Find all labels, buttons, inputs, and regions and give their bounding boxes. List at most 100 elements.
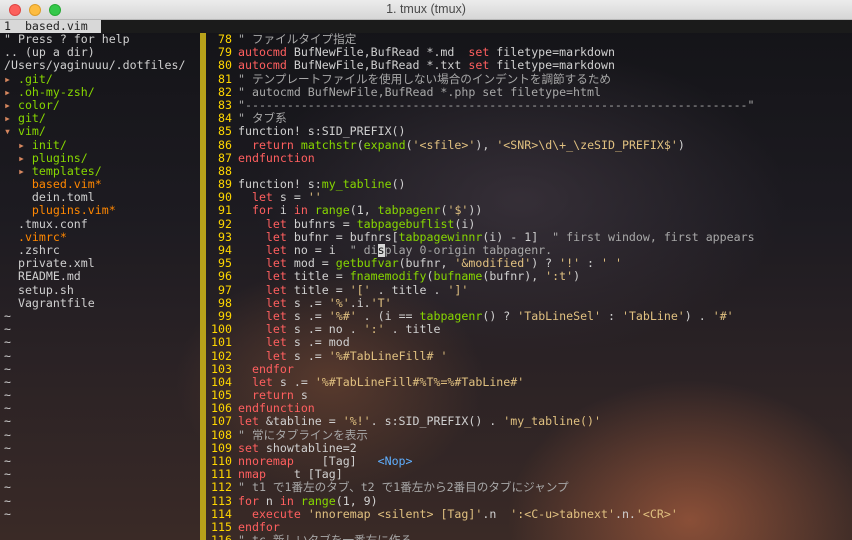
code-line[interactable]: 85 function! s:SID_PREFIX() xyxy=(206,125,852,138)
line-number: 106 xyxy=(211,402,232,416)
tree-item[interactable]: plugins.vim* xyxy=(0,204,200,217)
code-text: let bufnrs = tabpagebuflist(i) xyxy=(265,217,476,231)
code-text: nmap t [Tag] xyxy=(238,468,343,482)
tree-item[interactable]: ▸ git/ xyxy=(0,112,200,125)
code-line[interactable]: 82 " autocmd BufNewFile,BufRead *.php set… xyxy=(206,86,852,99)
tree-item[interactable]: ▾ vim/ xyxy=(0,125,200,138)
nerdtree-panel[interactable]: " Press ? for help .. (up a dir) /Users/… xyxy=(0,33,200,521)
line-number: 97 xyxy=(218,283,232,297)
tree-item[interactable]: ▸ color/ xyxy=(0,99,200,112)
line-number: 80 xyxy=(218,59,232,73)
code-line[interactable]: 110 nnoremap [Tag] <Nop> xyxy=(206,455,852,468)
tree-root-path: /Users/yaginuuu/.dotfiles/ xyxy=(4,59,186,73)
empty-line-tilde: ~ xyxy=(4,455,11,468)
tree-item-label: git/ xyxy=(17,112,46,126)
code-line[interactable]: 90 let s = '' xyxy=(206,191,852,204)
tree-item[interactable]: dein.toml xyxy=(0,191,200,204)
tree-item-label: init/ xyxy=(31,138,67,152)
code-line[interactable]: 99 let s .= '%#' . (i == tabpagenr() ? '… xyxy=(206,310,852,323)
code-line[interactable]: 80 autocmd BufNewFile,BufRead *.txt set f… xyxy=(206,59,852,72)
tree-item[interactable]: ▸ .git/ xyxy=(0,73,200,86)
line-number: 85 xyxy=(218,125,232,139)
tree-item[interactable]: README.md xyxy=(0,270,200,283)
empty-line-tilde: ~ xyxy=(4,323,11,337)
tree-item[interactable]: ▸ init/ xyxy=(0,139,200,152)
code-line[interactable]: 96 let title = fnamemodify(bufname(bufnr… xyxy=(206,270,852,283)
code-line[interactable]: 86 return matchstr(expand('<sfile>'), '<… xyxy=(206,139,852,152)
vim-tabline: 1 based.vim xyxy=(0,20,852,33)
code-line[interactable]: 106 endfunction xyxy=(206,402,852,415)
line-number: 102 xyxy=(211,349,232,363)
code-text: function! s:my_tabline() xyxy=(238,178,406,192)
code-text: endfunction xyxy=(238,402,315,416)
empty-line-tilde: ~ xyxy=(4,415,11,429)
code-line[interactable]: 108 " 常にタブラインを表示 xyxy=(206,429,852,442)
code-line[interactable]: 83 "-------------------------------------… xyxy=(206,99,852,112)
empty-line-tilde: ~ xyxy=(4,375,11,389)
code-line[interactable]: 78 " ファイルタイプ指定 xyxy=(206,33,852,46)
tree-item[interactable]: .vimrc* xyxy=(0,231,200,244)
tree-item[interactable]: setup.sh xyxy=(0,284,200,297)
code-line[interactable]: 105 return s xyxy=(206,389,852,402)
line-number: 100 xyxy=(211,323,232,337)
code-line[interactable]: 89 function! s:my_tabline() xyxy=(206,178,852,191)
up-a-dir-link[interactable]: .. (up a dir) xyxy=(0,46,200,59)
line-number: 89 xyxy=(218,178,232,192)
text-cursor: s xyxy=(377,244,385,257)
code-line[interactable]: 93 let bufnr = bufnrs[tabpagewinnr(i) - … xyxy=(206,231,852,244)
code-line[interactable]: 84 " タブ系 xyxy=(206,112,852,125)
tab-based-vim[interactable]: 1 based.vim xyxy=(0,20,101,33)
code-line[interactable]: 102 let s .= '%#TabLineFill# ' xyxy=(206,350,852,363)
code-line[interactable]: 104 let s .= '%#TabLineFill#%T%=%#TabLin… xyxy=(206,376,852,389)
code-line[interactable]: 107 let &tabline = '%!'. s:SID_PREFIX() .… xyxy=(206,415,852,428)
tree-item[interactable]: ▸ plugins/ xyxy=(0,152,200,165)
code-line[interactable]: 114 execute 'nnoremap <silent> [Tag]'.n … xyxy=(206,508,852,521)
code-line[interactable]: 97 let title = '[' . title . ']' xyxy=(206,284,852,297)
code-line[interactable]: 111 nmap t [Tag] xyxy=(206,468,852,481)
line-number: 108 xyxy=(211,428,232,442)
window-titlebar[interactable]: 1. tmux (tmux) xyxy=(0,0,852,20)
code-line[interactable]: 79 autocmd BufNewFile,BufRead *.md set fi… xyxy=(206,46,852,59)
code-line[interactable]: 87 endfunction xyxy=(206,152,852,165)
tree-item[interactable]: based.vim* xyxy=(0,178,200,191)
tree-item[interactable]: private.xml xyxy=(0,257,200,270)
folder-arrow-icon: ▾ xyxy=(4,125,18,139)
tree-item[interactable]: .tmux.conf xyxy=(0,218,200,231)
line-number: 115 xyxy=(211,520,232,534)
code-line[interactable]: 94 let no = i " display 0-origin tabpage… xyxy=(206,244,852,257)
code-line[interactable]: 81 " テンプレートファイルを使用しない場合のインデントを調節するため xyxy=(206,73,852,86)
code-text: endfor xyxy=(251,362,294,376)
line-number: 113 xyxy=(211,494,232,508)
tree-item[interactable]: ▸ templates/ xyxy=(0,165,200,178)
code-line[interactable]: 109 set showtabline=2 xyxy=(206,442,852,455)
terminal-screen[interactable]: 1 based.vim " Press ? for help .. (up a … xyxy=(0,20,852,540)
tree-item[interactable]: Vagrantfile xyxy=(0,297,200,310)
code-line[interactable]: 112 " t1 で1番左のタブ、t2 で1番左から2番目のタブにジャンプ xyxy=(206,481,852,494)
tree-item[interactable]: .zshrc xyxy=(0,244,200,257)
code-line[interactable]: 100 let s .= no . ':' . title xyxy=(206,323,852,336)
empty-line-tilde: ~ xyxy=(4,389,11,403)
line-number: 86 xyxy=(218,138,232,152)
code-line[interactable]: 115 endfor xyxy=(206,521,852,534)
code-line[interactable]: 88 xyxy=(206,165,852,178)
code-text: " タブ系 xyxy=(238,112,287,126)
code-line[interactable]: 91 for i in range(1, tabpagenr('$')) xyxy=(206,204,852,217)
line-number: 87 xyxy=(218,151,232,165)
code-line[interactable]: 103 endfor xyxy=(206,363,852,376)
code-line[interactable]: 92 let bufnrs = tabpagebuflist(i) xyxy=(206,218,852,231)
code-text: let s .= '%#TabLineFill#%T%=%#TabLine#' xyxy=(251,375,525,389)
tree-item-label: color/ xyxy=(17,98,60,112)
empty-line-tilde: ~ xyxy=(4,481,11,495)
code-text: " tc 新しいタブを一番右に作る xyxy=(238,534,412,540)
code-line[interactable]: 116 " tc 新しいタブを一番右に作る xyxy=(206,534,852,540)
code-line[interactable]: 98 let s .= '%'.i.'T' xyxy=(206,297,852,310)
editor-buffer[interactable]: 78 " ファイルタイプ指定 79 autocmd BufNewFile,BufRea… xyxy=(206,33,852,540)
code-line[interactable]: 101 let s .= mod xyxy=(206,336,852,349)
code-line[interactable]: 113 for n in range(1, 9) xyxy=(206,495,852,508)
line-number: 81 xyxy=(218,72,232,86)
tree-item-label: plugins.vim* xyxy=(31,204,116,218)
tree-item[interactable]: ▸ .oh-my-zsh/ xyxy=(0,86,200,99)
tree-item-label: templates/ xyxy=(31,164,102,178)
code-line[interactable]: 95 let mod = getbufvar(bufnr, '&modified… xyxy=(206,257,852,270)
line-number: 82 xyxy=(218,85,232,99)
